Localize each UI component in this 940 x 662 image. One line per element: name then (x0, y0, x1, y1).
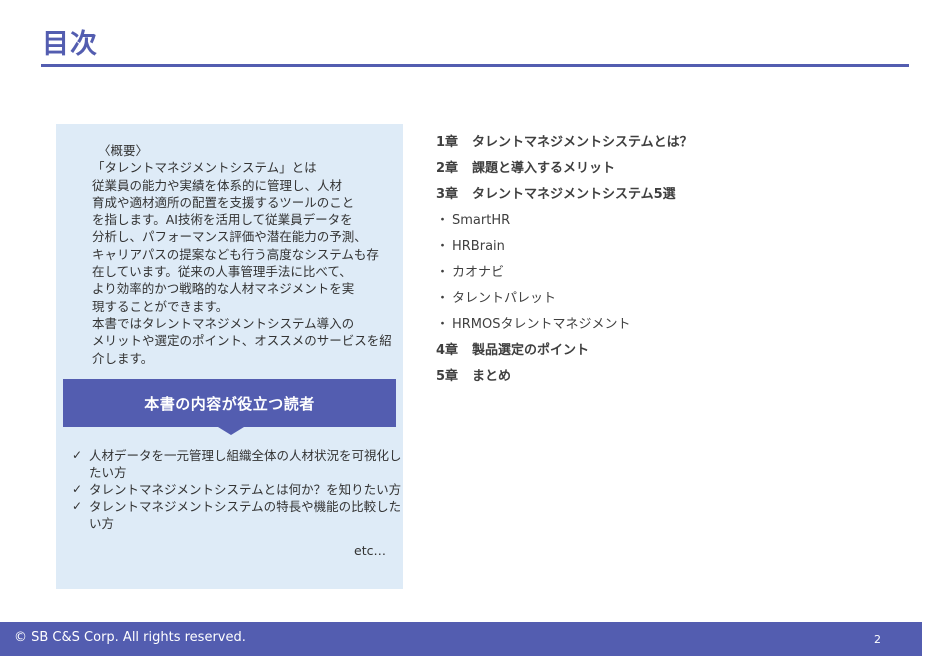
footer-bar: © SB C&S Corp. All rights reserved. 2 (0, 622, 922, 656)
chapter-number: 4章 (436, 343, 459, 358)
overview-line: 介します。 (92, 350, 154, 366)
subitem-label: SmartHR (452, 213, 511, 228)
toc-subitem: ・タレントパレット (436, 286, 896, 312)
reader-item: ✓ 人材データを一元管理し組織全体の人材状況を可視化したい方 (72, 447, 402, 481)
banner-arrow-icon (218, 427, 244, 435)
subitem-label: HRMOSタレントマネジメント (452, 317, 631, 332)
reader-item: ✓ タレントマネジメントシステムの特長や機能の比較したい方 (72, 498, 402, 532)
overview-line: 育成や適材適所の配置を支援するツールのこと (92, 194, 355, 210)
overview-line: を指します。AI技術を活用して従業員データを (92, 212, 353, 228)
subitem-label: カオナビ (452, 265, 505, 280)
toc-chapter-5: 5章 まとめ (436, 364, 896, 390)
chapter-number: 3章 (436, 187, 459, 202)
chapter-number: 2章 (436, 161, 459, 176)
chapter-number: 1章 (436, 135, 459, 150)
check-icon: ✓ (72, 499, 83, 513)
chapter-title: タレントマネジメントシステムとは？ (472, 135, 693, 150)
overview-heading: 〈概要〉 (98, 143, 149, 158)
toc-chapter-1: 1章 タレントマネジメントシステムとは？ (436, 130, 896, 156)
chapter-title: 課題と導入するメリット (472, 161, 616, 176)
overview-line: メリットや選定のポイント、オススメのサービスを紹 (92, 333, 392, 349)
chapter-title: まとめ (472, 369, 512, 384)
bullet-icon: ・ (436, 291, 450, 306)
check-icon: ✓ (72, 448, 83, 462)
overview-text: 〈概要〉 「タレントマネジメントシステム」とは 従業員の能力や実績を体系的に管理… (92, 142, 392, 367)
title-underline (41, 64, 909, 67)
toc-chapter-2: 2章 課題と導入するメリット (436, 156, 896, 182)
copyright-text: © SB C&S Corp. All rights reserved. (14, 630, 246, 645)
reader-item-text: タレントマネジメントシステムとは何か？を知りたい方 (89, 482, 402, 497)
page-number: 2 (874, 633, 881, 646)
reader-item: ✓ タレントマネジメントシステムとは何か？を知りたい方 (72, 481, 402, 498)
overview-line: 現することができます。 (92, 298, 229, 314)
reader-item-text: 人材データを一元管理し組織全体の人材状況を可視化したい方 (89, 448, 402, 480)
bullet-icon: ・ (436, 213, 450, 228)
overview-line: キャリアパスの提案なども行う高度なシステムも存 (92, 246, 379, 262)
bullet-icon: ・ (436, 317, 450, 332)
bullet-icon: ・ (436, 239, 450, 254)
overview-line: 分析し、パフォーマンス評価や潜在能力の予測、 (92, 229, 367, 245)
table-of-contents: 1章 タレントマネジメントシステムとは？ 2章 課題と導入するメリット 3章 タレント… (436, 130, 896, 390)
toc-subitem: ・カオナビ (436, 260, 896, 286)
toc-subitem: ・ HRBrain (436, 234, 896, 260)
chapter-title: 製品選定のポイント (472, 343, 590, 358)
subitem-label: タレントパレット (452, 291, 557, 306)
overview-line: 従業員の能力や実績を体系的に管理し、人材 (92, 177, 343, 193)
overview-line: 在しています。従来の人事管理手法に比べて、 (92, 264, 352, 280)
target-readers-list: ✓ 人材データを一元管理し組織全体の人材状況を可視化したい方 ✓ タレントマネジ… (72, 447, 402, 532)
toc-chapter-3: 3章 タレントマネジメントシステム5選 (436, 182, 896, 208)
overview-line: 「タレントマネジメントシステム」とは (92, 160, 317, 176)
etc-note: etc… (354, 543, 386, 558)
subitem-label: HRBrain (452, 239, 505, 254)
chapter-number: 5章 (436, 369, 459, 384)
toc-subitem: ・ HRMOSタレントマネジメント (436, 312, 896, 338)
overview-line: 本書ではタレントマネジメントシステム導入の (92, 315, 355, 331)
check-icon: ✓ (72, 482, 83, 496)
page-title: 目次 (42, 29, 98, 60)
overview-line: より効率的かつ戦略的な人材マネジメントを実 (92, 281, 355, 297)
bullet-icon: ・ (436, 265, 450, 280)
reader-item-text: タレントマネジメントシステムの特長や機能の比較したい方 (89, 499, 402, 531)
toc-subitem: ・ SmartHR (436, 208, 896, 234)
toc-chapter-4: 4章 製品選定のポイント (436, 338, 896, 364)
chapter-title: タレントマネジメントシステム5選 (472, 187, 676, 202)
target-readers-banner: 本書の内容が役立つ読者 (63, 379, 396, 427)
